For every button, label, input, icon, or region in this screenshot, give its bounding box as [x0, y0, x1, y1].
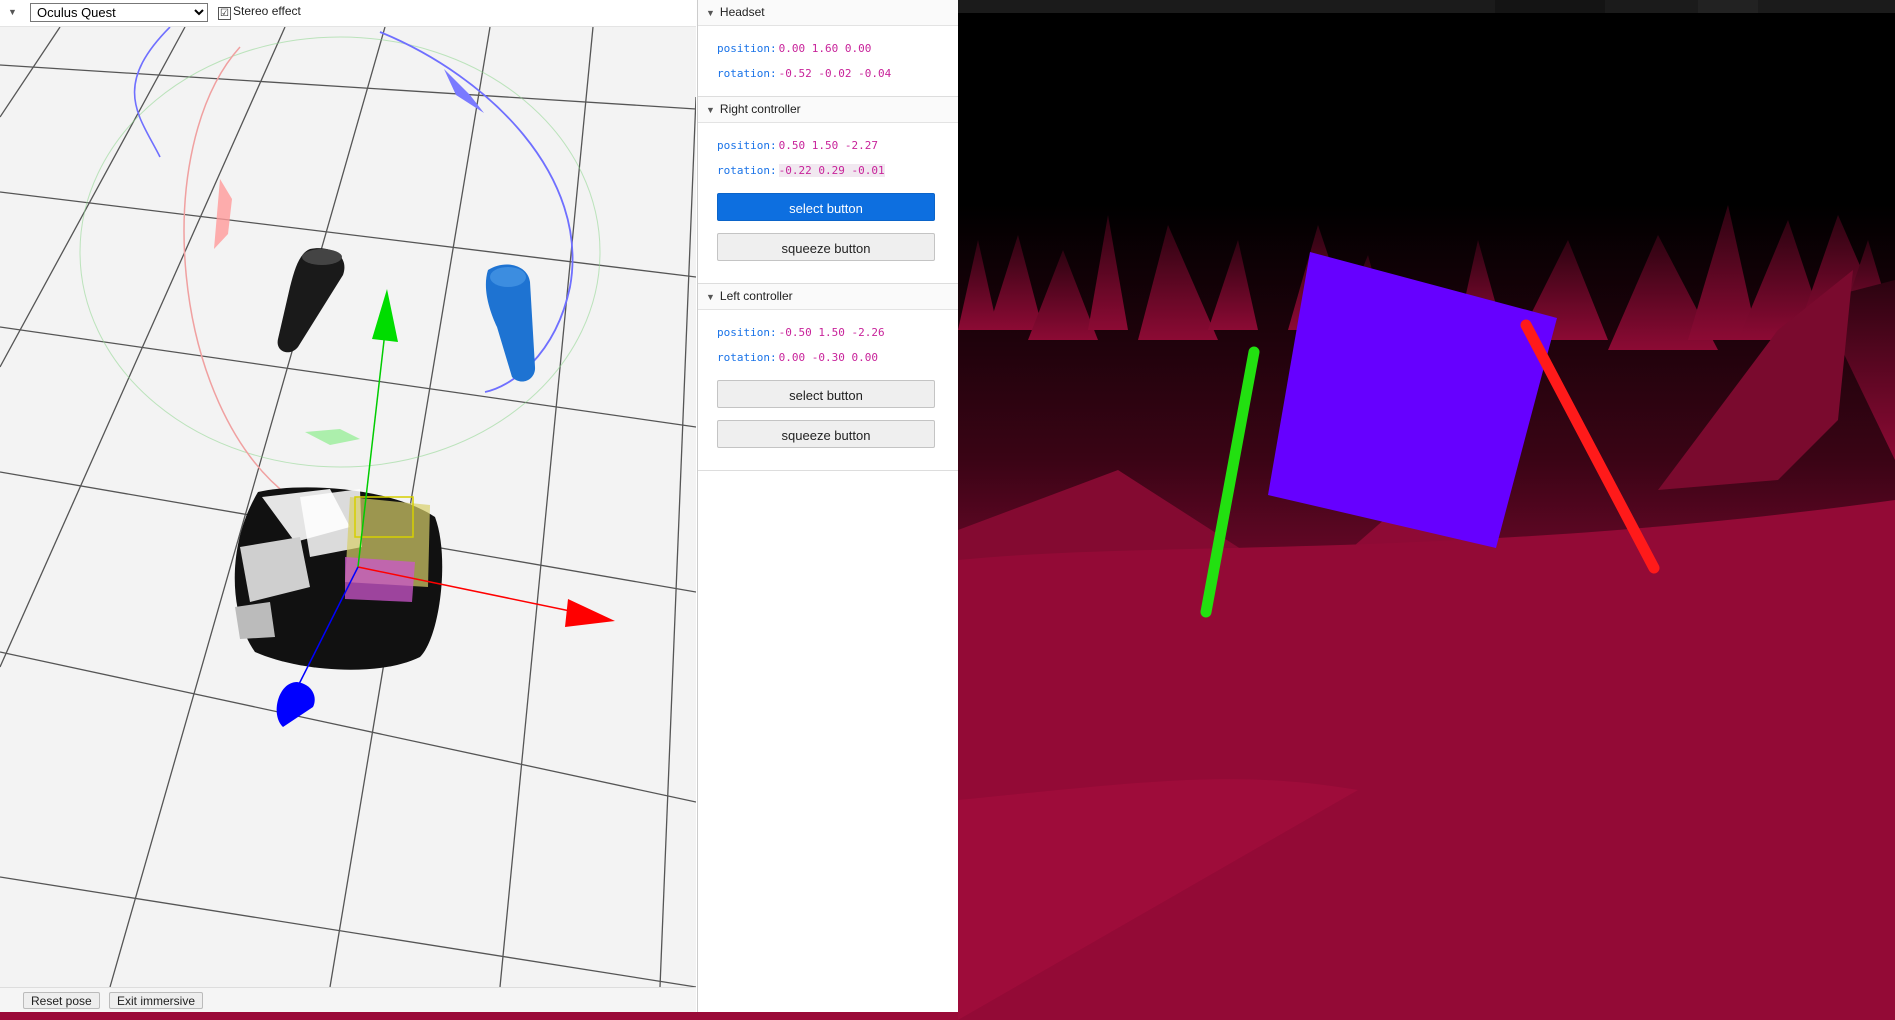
headset-rotation-value[interactable]: -0.52 -0.02 -0.04 [779, 67, 892, 80]
right-controller-model[interactable] [485, 264, 536, 382]
device-select[interactable]: Oculus Quest [30, 3, 208, 22]
right-controller-section-header[interactable]: ▼ Right controller [698, 97, 958, 123]
right-controller-position-value[interactable]: 0.50 1.50 -2.27 [779, 139, 878, 152]
headset-section-body: position: 0.00 1.60 0.00 rotation: -0.52 -… [698, 26, 958, 97]
device-inspector: ▼ Headset position: 0.00 1.60 0.00 rotatio… [697, 0, 958, 1012]
left-controller-rotation-label: rotation: [717, 351, 777, 364]
xr-canvas[interactable] [958, 0, 1895, 1020]
device-scene-view[interactable] [0, 27, 696, 987]
headset-section-header[interactable]: ▼ Headset [698, 0, 958, 26]
scene-canvas[interactable] [0, 27, 696, 987]
right-select-button[interactable]: select button [717, 193, 935, 221]
left-controller-rotation-value[interactable]: 0.00 -0.30 0.00 [779, 351, 878, 364]
left-controller-section-title: Left controller [719, 289, 793, 303]
emulator-toolbar: ▼ Oculus Quest ☑ Stereo effect [0, 0, 696, 27]
right-controller-rotation-value[interactable]: -0.22 0.29 -0.01 [778, 164, 885, 177]
headset-rotation: rotation: -0.52 -0.02 -0.04 [698, 61, 958, 86]
stereo-effect-label: Stereo effect [233, 4, 301, 18]
triangle-down-icon[interactable]: ▼ [706, 105, 715, 115]
right-controller-section-title: Right controller [719, 102, 801, 116]
headset-position-value[interactable]: 0.00 1.60 0.00 [779, 42, 872, 55]
headset-section-title: Headset [719, 5, 765, 19]
left-controller-section-header[interactable]: ▼ Left controller [698, 284, 958, 310]
right-controller-rotation: rotation: -0.22 0.29 -0.01 [698, 158, 958, 183]
right-squeeze-button[interactable]: squeeze button [717, 233, 935, 261]
collapse-toggle-icon[interactable]: ▼ [8, 7, 17, 17]
stereo-effect-checkbox[interactable]: ☑ Stereo effect [218, 4, 301, 20]
left-select-button[interactable]: select button [717, 380, 935, 408]
left-controller-rotation: rotation: 0.00 -0.30 0.00 [698, 345, 958, 370]
xr-ground [958, 500, 1895, 1020]
left-controller-section-body: position: -0.50 1.50 -2.26 rotation: 0.00 … [698, 310, 958, 471]
right-controller-position: position: 0.50 1.50 -2.27 [698, 133, 958, 158]
left-controller-position-label: position: [717, 326, 777, 339]
reset-pose-button[interactable]: Reset pose [23, 992, 100, 1009]
triangle-down-icon[interactable]: ▼ [706, 292, 715, 302]
left-controller-position-value[interactable]: -0.50 1.50 -2.26 [779, 326, 885, 339]
headset-position: position: 0.00 1.60 0.00 [698, 36, 958, 61]
xr-top-strip [958, 0, 1895, 13]
right-controller-position-label: position: [717, 139, 777, 152]
left-controller-position: position: -0.50 1.50 -2.26 [698, 320, 958, 345]
exit-immersive-button[interactable]: Exit immersive [109, 992, 204, 1009]
left-controller-model[interactable] [277, 248, 345, 353]
left-squeeze-button[interactable]: squeeze button [717, 420, 935, 448]
triangle-down-icon[interactable]: ▼ [706, 8, 715, 18]
right-controller-rotation-label: rotation: [717, 164, 777, 177]
emulator-bottom-bar: Reset pose Exit immersive [0, 987, 696, 1012]
immersive-xr-view[interactable] [958, 0, 1895, 1020]
headset-position-label: position: [717, 42, 777, 55]
checkbox-checked-icon[interactable]: ☑ [218, 7, 231, 20]
emulator-panel: ▼ Oculus Quest ☑ Stereo effect Reset pos… [0, 0, 958, 1012]
right-controller-section-body: position: 0.50 1.50 -2.27 rotation: -0.22 … [698, 123, 958, 284]
headset-rotation-label: rotation: [717, 67, 777, 80]
